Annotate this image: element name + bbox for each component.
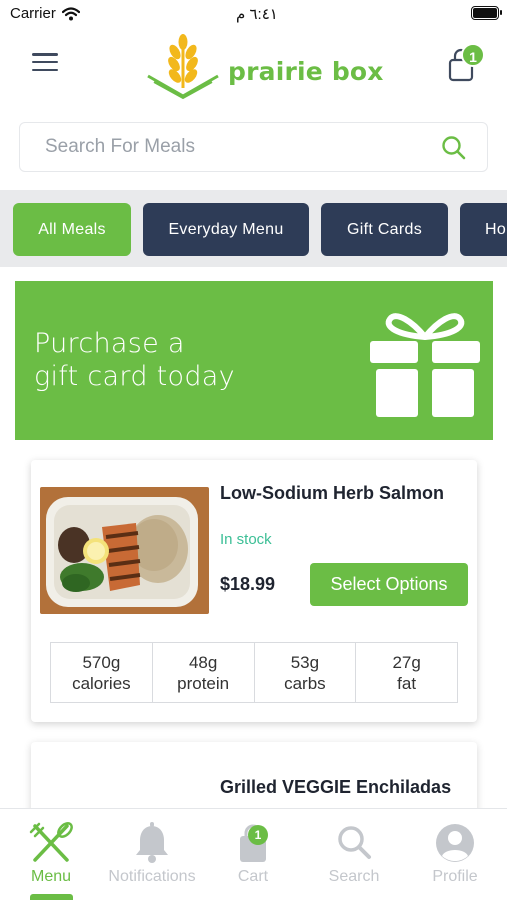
carrier-info: Carrier [10, 5, 80, 22]
wheat-logo-icon [147, 34, 219, 100]
fork-knife-icon [29, 822, 73, 862]
banner-line-1: Purchase a [34, 328, 185, 359]
meal-card[interactable]: Low-Sodium Herb Salmon In stock $18.99 S… [31, 460, 477, 722]
wifi-icon [61, 6, 80, 20]
tab-notifications[interactable]: Notifications [102, 822, 202, 892]
tab-label: Notifications [108, 868, 196, 885]
nutrition-value: 27g [392, 652, 421, 672]
category-all-meals[interactable]: All Meals [13, 203, 131, 256]
meal-image-salmon[interactable] [40, 487, 209, 614]
tab-label: Cart [237, 868, 269, 885]
tab-profile[interactable]: Profile [405, 822, 505, 892]
tab-label: Profile [432, 868, 478, 885]
bell-icon [136, 822, 168, 863]
carrier-label: Carrier [10, 5, 56, 22]
nutrition-carbs: 53g carbs [255, 643, 357, 702]
gift-card-banner[interactable]: Purchase a gift card today [15, 281, 493, 440]
banner-text: Purchase a gift card today [34, 327, 235, 393]
tab-label: Menu [30, 868, 72, 885]
tab-search[interactable]: Search [304, 822, 404, 892]
category-partial[interactable]: Ho [460, 203, 507, 256]
nutrition-value: 53g [290, 652, 320, 672]
nutrition-label: carbs [284, 673, 326, 693]
status-bar: Carrier ٦:٤١ م [0, 0, 507, 30]
banner-line-2: gift card today [34, 361, 235, 392]
battery-icon [471, 6, 502, 20]
app-header: prairie box 1 [0, 28, 507, 112]
meal-title[interactable]: Grilled VEGGIE Enchiladas [220, 777, 451, 798]
header-cart-button[interactable]: 1 [446, 43, 485, 82]
cart-count-badge: 1 [461, 43, 485, 67]
nutrition-calories: 570g calories [51, 643, 153, 702]
nutrition-value: 570g [82, 652, 121, 672]
nutrition-value: 48g [188, 652, 218, 672]
cart-tab-badge: 1 [248, 825, 268, 845]
tab-label: Search [328, 868, 380, 885]
user-icon [436, 824, 474, 862]
search-bar [19, 122, 488, 172]
meal-price: $18.99 [220, 574, 276, 594]
nutrition-table: 570g calories 48g protein 53g carbs 27g … [50, 642, 458, 703]
category-gift-cards[interactable]: Gift Cards [321, 203, 448, 256]
search-icon [338, 826, 371, 859]
brand-logo: prairie box [144, 30, 384, 102]
gift-icon [370, 313, 480, 417]
search-icon[interactable] [441, 135, 467, 161]
nutrition-protein: 48g protein [153, 643, 255, 702]
brand-name: prairie box [228, 56, 384, 86]
nutrition-label: fat [397, 673, 417, 693]
search-input[interactable] [20, 136, 420, 158]
select-options-button[interactable]: Select Options [310, 563, 468, 606]
category-everyday-menu[interactable]: Everyday Menu [143, 203, 309, 256]
status-time: ٦:٤١ م [236, 6, 278, 23]
stock-status: In stock [220, 531, 272, 548]
active-tab-indicator [30, 894, 73, 900]
hamburger-menu-button[interactable] [30, 50, 60, 74]
tab-menu[interactable]: Menu [1, 822, 101, 892]
meal-title[interactable]: Low-Sodium Herb Salmon [220, 483, 444, 504]
nutrition-fat: 27g fat [356, 643, 457, 702]
category-tabs: All Meals Everyday Menu Gift Cards Ho [0, 190, 507, 267]
nutrition-label: protein [177, 673, 230, 693]
nutrition-label: calories [72, 673, 131, 693]
